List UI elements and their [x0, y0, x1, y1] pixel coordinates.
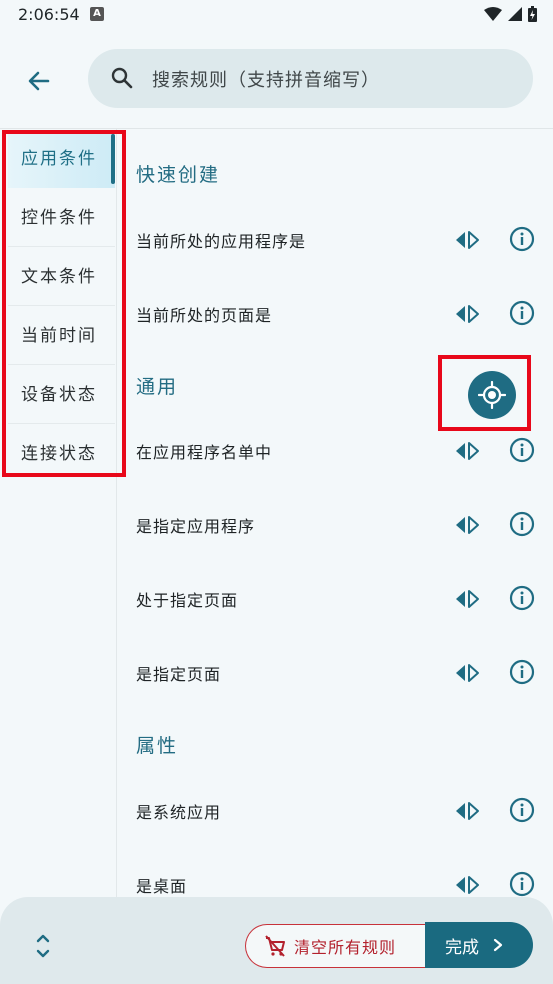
list-item[interactable]: 在应用程序名单中	[117, 431, 553, 471]
search-placeholder: 搜索规则（支持拼音缩写）	[152, 70, 380, 91]
status-bar: 2:06:54 A	[0, 0, 553, 32]
info-icon[interactable]	[509, 871, 535, 897]
category-sidebar: 应用条件 控件条件 文本条件 当前时间 设备状态 连接状态	[0, 129, 117, 984]
remove-cart-icon	[265, 935, 285, 957]
sidebar-item-text-condition[interactable]: 文本条件	[8, 248, 115, 306]
info-icon[interactable]	[509, 797, 535, 823]
rule-label: 当前所处的应用程序是	[136, 232, 307, 251]
arrow-toggle-icon[interactable]	[454, 304, 480, 324]
rule-label: 是桌面	[136, 877, 188, 896]
list-item[interactable]: 当前所处的应用程序是	[117, 220, 553, 260]
arrow-toggle-icon[interactable]	[454, 801, 480, 821]
rule-label: 在应用程序名单中	[136, 443, 273, 462]
arrow-toggle-icon[interactable]	[454, 230, 480, 250]
sidebar-item-connection-state[interactable]: 连接状态	[8, 425, 115, 483]
clear-all-rules-button[interactable]: 清空所有规则	[245, 924, 427, 968]
rule-label: 是指定页面	[136, 665, 222, 684]
info-icon[interactable]	[509, 437, 535, 463]
arrow-left-icon	[28, 71, 50, 91]
back-button[interactable]	[18, 60, 60, 102]
sidebar-item-current-time[interactable]: 当前时间	[8, 307, 115, 365]
arrow-toggle-icon[interactable]	[454, 589, 480, 609]
list-item[interactable]: 是指定页面	[117, 653, 553, 693]
sidebar-item-app-condition[interactable]: 应用条件	[8, 130, 115, 188]
info-icon[interactable]	[509, 226, 535, 252]
chevron-right-icon	[493, 938, 503, 952]
arrow-toggle-icon[interactable]	[454, 515, 480, 535]
wifi-icon	[484, 7, 502, 21]
list-item[interactable]: 是指定应用程序	[117, 505, 553, 545]
battery-icon	[528, 6, 537, 22]
arrow-toggle-icon[interactable]	[454, 663, 480, 683]
rule-list: 快速创建 当前所处的应用程序是 当前所处的页面是 通用 在应用程序名单中 是指定…	[117, 129, 553, 899]
search-input[interactable]: 搜索规则（支持拼音缩写）	[88, 49, 533, 108]
info-icon[interactable]	[509, 585, 535, 611]
expand-collapse-icon[interactable]	[31, 931, 55, 961]
done-label: 完成	[445, 937, 479, 958]
notification-icon: A	[90, 7, 104, 21]
signal-icon	[508, 7, 522, 21]
search-icon	[111, 67, 133, 89]
header: 搜索规则（支持拼音缩写）	[0, 40, 553, 120]
crosshair-target-icon	[478, 381, 506, 409]
arrow-toggle-icon[interactable]	[454, 441, 480, 461]
rule-label: 是指定应用程序	[136, 517, 256, 536]
rule-label: 是系统应用	[136, 803, 222, 822]
section-title-attributes: 属性	[136, 735, 179, 757]
rule-label: 处于指定页面	[136, 591, 239, 610]
bottom-action-bar: 清空所有规则 完成	[0, 897, 553, 984]
list-item[interactable]: 处于指定页面	[117, 579, 553, 619]
list-item[interactable]: 当前所处的页面是	[117, 294, 553, 334]
status-icons	[484, 6, 537, 22]
sidebar-item-widget-condition[interactable]: 控件条件	[8, 189, 115, 247]
info-icon[interactable]	[509, 300, 535, 326]
info-icon[interactable]	[509, 659, 535, 685]
section-title-quick: 快速创建	[136, 164, 221, 186]
done-button[interactable]: 完成	[425, 922, 533, 968]
info-icon[interactable]	[509, 511, 535, 537]
status-time: 2:06:54	[18, 5, 80, 24]
rule-label: 当前所处的页面是	[136, 306, 273, 325]
arrow-toggle-icon[interactable]	[454, 875, 480, 895]
list-item[interactable]: 是系统应用	[117, 791, 553, 831]
sidebar-item-device-state[interactable]: 设备状态	[8, 366, 115, 424]
section-title-general: 通用	[136, 376, 179, 398]
locate-fab-button[interactable]	[468, 371, 516, 419]
clear-all-label: 清空所有规则	[294, 938, 397, 957]
